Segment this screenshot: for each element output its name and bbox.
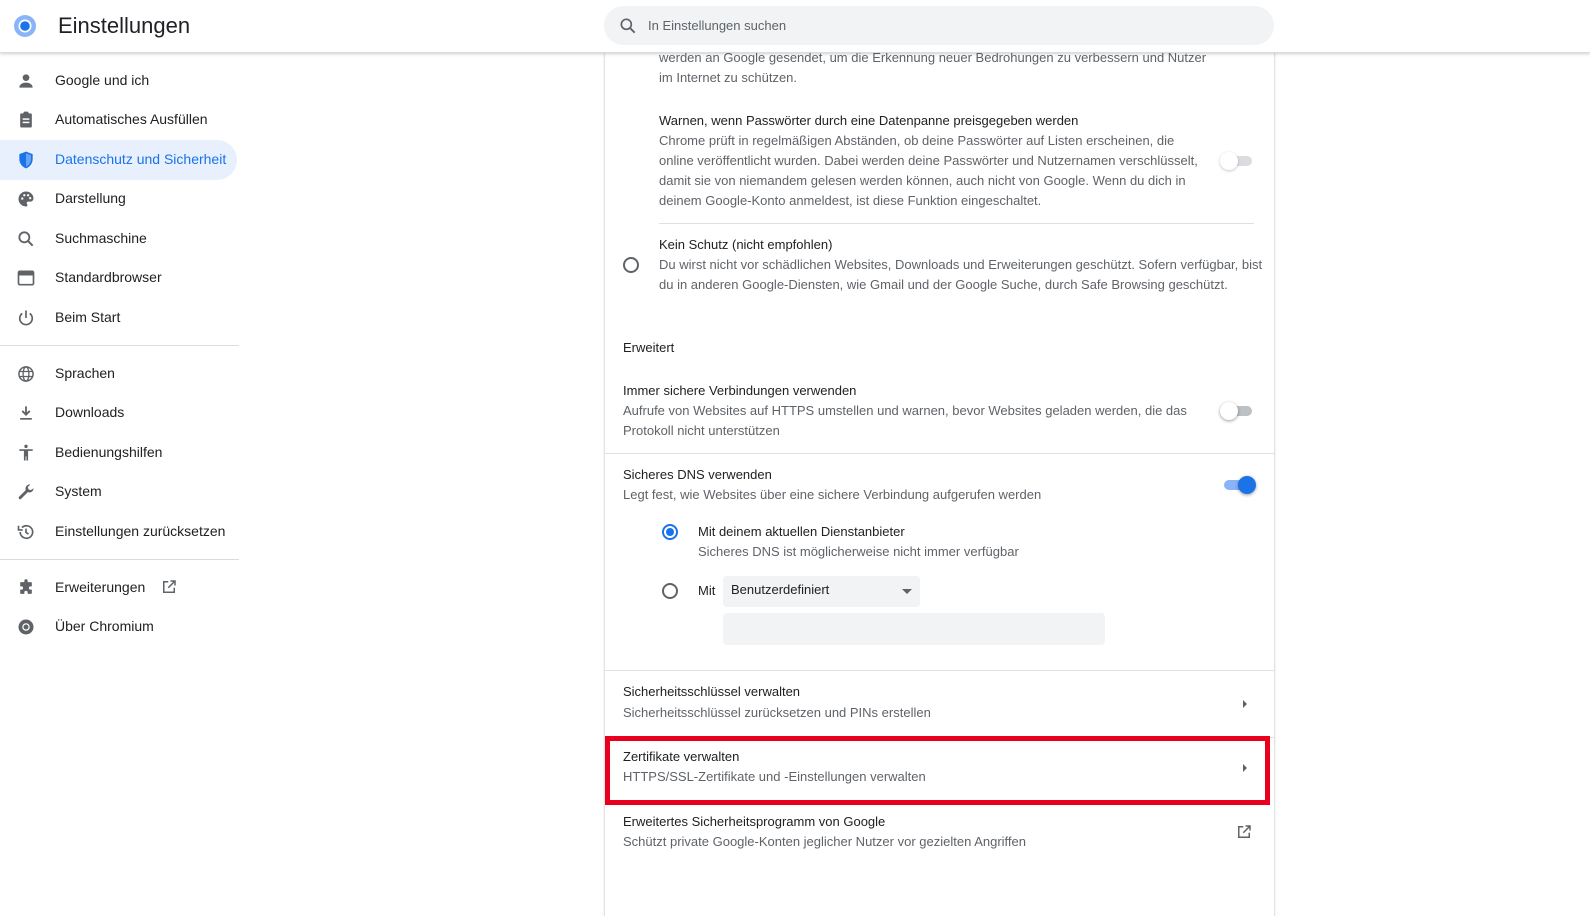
sidebar-divider: [0, 345, 239, 346]
sidebar-divider: [0, 559, 239, 560]
sidebar-item-search-engine[interactable]: Suchmaschine: [0, 219, 237, 259]
clipboard-icon: [20, 111, 32, 128]
divider: [605, 453, 1274, 454]
browser-icon: [17, 270, 35, 286]
custom-dns-input[interactable]: [723, 613, 1105, 645]
security-keys-title: Sicherheitsschlüssel verwalten: [623, 684, 801, 699]
sidebar-item-label: Downloads: [55, 404, 125, 420]
sidebar-item-accessibility[interactable]: Bedienungshilfen: [0, 433, 237, 473]
secure-dns-desc: Legt fest, wie Websites über eine sicher…: [623, 487, 1042, 502]
search-icon: [18, 231, 34, 247]
divider: [605, 670, 1274, 671]
sidebar-item-on-startup[interactable]: Beim Start: [0, 298, 237, 338]
page-title: Einstellungen: [58, 13, 191, 38]
puzzle-icon: [20, 579, 32, 594]
safe-browsing-desc-line: im Internet zu schützen.: [659, 70, 798, 85]
search-box[interactable]: [604, 6, 1274, 45]
https-only-desc: Aufrufe von Websites auf HTTPS umstellen…: [623, 403, 1187, 418]
secure-dns-toggle[interactable]: [1222, 476, 1256, 494]
advanced-protection-title: Erweitertes Sicherheitsprogramm von Goog…: [623, 814, 886, 829]
sidebar-item-system[interactable]: System: [0, 472, 237, 512]
chromium-logo-icon: [14, 15, 36, 37]
sidebar-item-label: Suchmaschine: [55, 230, 147, 246]
sidebar-item-label: Einstellungen zurücksetzen: [55, 523, 226, 539]
sidebar-item-label: Bedienungshilfen: [55, 444, 163, 460]
certificates-highlight-box: [605, 736, 1270, 805]
sidebar-item-label: Datenschutz und Sicherheit: [55, 151, 227, 167]
sidebar-item-label: Automatisches Ausfüllen: [55, 111, 208, 127]
secure-dns-title: Sicheres DNS verwenden: [623, 467, 772, 482]
search-icon: [620, 18, 636, 34]
security-keys-row[interactable]: Sicherheitsschlüssel verwalten Sicherhei…: [605, 672, 1274, 734]
dns-provider-select[interactable]: Benutzerdefiniert: [723, 576, 920, 607]
download-icon: [20, 406, 32, 420]
https-only-toggle[interactable]: [1220, 402, 1254, 420]
sidebar-item-label: System: [55, 483, 102, 499]
no-protection-desc: Du wirst nicht vor schädlichen Websites,…: [659, 257, 1263, 272]
password-warning-toggle[interactable]: [1220, 152, 1254, 170]
sidebar-item-reset[interactable]: Einstellungen zurücksetzen: [0, 512, 237, 552]
sidebar-item-label: Beim Start: [55, 309, 121, 325]
sidebar-item-extensions[interactable]: Erweiterungen: [0, 568, 237, 608]
sidebar-item-google[interactable]: Google und ich: [0, 61, 237, 101]
chevron-down-icon: [902, 589, 912, 594]
https-only-title: Immer sichere Verbindungen verwenden: [623, 383, 857, 398]
dns-custom-label: Mit: [698, 583, 716, 598]
sidebar-item-privacy[interactable]: Datenschutz und Sicherheit: [0, 140, 237, 180]
search-input[interactable]: [648, 6, 1248, 45]
globe-icon: [18, 366, 34, 382]
security-keys-desc: Sicherheitsschlüssel zurücksetzen und PI…: [623, 705, 931, 720]
sidebar-item-label: Standardbrowser: [55, 269, 162, 285]
dns-current-provider-desc: Sicheres DNS ist möglicherweise nicht im…: [698, 544, 1019, 559]
sidebar-item-default-browser[interactable]: Standardbrowser: [0, 258, 237, 298]
power-icon: [18, 310, 34, 326]
no-protection-title: Kein Schutz (nicht empfohlen): [659, 237, 833, 252]
no-protection-radio[interactable]: [623, 257, 639, 273]
https-only-desc: Protokoll nicht unterstützen: [623, 423, 780, 438]
no-protection-desc: du in anderen Google-Diensten, wie Gmail…: [659, 277, 1228, 292]
palette-icon: [18, 191, 34, 207]
password-warning-desc: online veröffentlicht wurden. Dabei werd…: [659, 153, 1198, 168]
divider: [659, 223, 1254, 224]
sidebar-item-languages[interactable]: Sprachen: [0, 354, 237, 394]
sidebar-item-appearance[interactable]: Darstellung: [0, 179, 237, 219]
advanced-protection-row[interactable]: Erweitertes Sicherheitsprogramm von Goog…: [605, 805, 1274, 865]
dns-provider-select-value: Benutzerdefiniert: [731, 582, 830, 597]
sidebar-item-label: Darstellung: [55, 190, 126, 206]
sidebar-item-label: Erweiterungen: [55, 579, 146, 595]
password-warning-desc: Chrome prüft in regelmäßigen Abständen, …: [659, 133, 1175, 148]
arrow-right-icon: [1243, 700, 1247, 708]
open-in-new-icon: [1238, 825, 1251, 838]
password-warning-desc: deinem Google-Konto anmeldest, ist diese…: [659, 193, 1042, 208]
advanced-heading: Erweitert: [623, 340, 675, 355]
dns-current-provider-radio[interactable]: [662, 524, 678, 540]
sidebar-item-label: Über Chromium: [55, 618, 154, 634]
sidebar-item-label: Sprachen: [55, 365, 115, 381]
sidebar-item-autofill[interactable]: Automatisches Ausfüllen: [0, 100, 237, 140]
advanced-protection-desc: Schützt private Google-Konten jeglicher …: [623, 834, 1026, 849]
dns-custom-radio[interactable]: [662, 583, 678, 599]
sidebar-item-downloads[interactable]: Downloads: [0, 393, 237, 433]
chromium-icon: [18, 619, 34, 635]
shield-icon: [19, 151, 33, 169]
toolbar: Einstellungen: [0, 0, 1590, 53]
accessibility-icon: [19, 444, 33, 461]
password-warning-title: Warnen, wenn Passwörter durch eine Daten…: [659, 113, 1079, 128]
person-icon: [19, 74, 33, 88]
open-in-new-icon: [163, 580, 176, 593]
history-icon: [17, 524, 34, 540]
dns-current-provider-title: Mit deinem aktuellen Dienstanbieter: [698, 524, 905, 539]
sidebar-item-about[interactable]: Über Chromium: [0, 607, 237, 647]
wrench-icon: [18, 484, 34, 500]
sidebar-item-label: Google und ich: [55, 72, 150, 88]
password-warning-desc: damit sie von niemandem gelesen werden k…: [659, 173, 1186, 188]
